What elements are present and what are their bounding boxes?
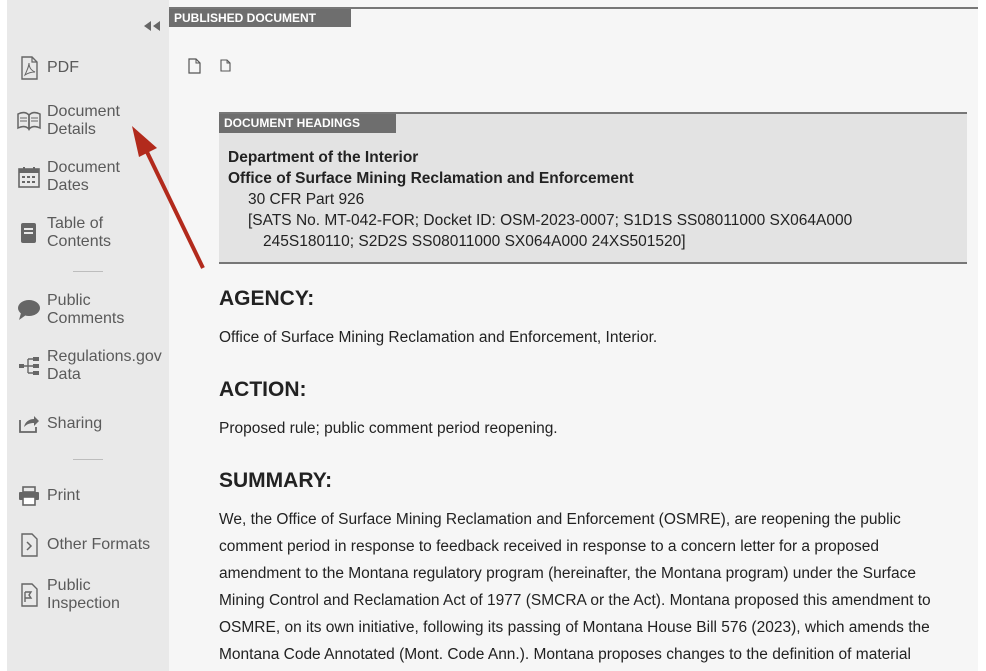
action-section-title: ACTION: [219,378,307,401]
book-icon [17,109,41,133]
sidebar-item-public-inspection[interactable]: Public Inspection [17,577,120,613]
inspection-icon [17,583,41,607]
print-icon [17,484,41,508]
document-icon[interactable] [220,59,231,77]
sidebar-item-label: Table of Contents [47,215,112,250]
summary-section-title: SUMMARY: [219,469,333,492]
heading-agency: Department of the Interior [228,149,419,166]
sidebar-item-regulations-gov-data[interactable]: Regulations.gov Data [17,348,162,384]
document-headings-box: DOCUMENT HEADINGS Department of the Inte… [219,112,967,264]
sidebar-item-sharing[interactable]: Sharing [17,412,102,436]
sidebar-item-document-dates[interactable]: Document Dates [17,159,120,195]
sidebar-item-label: Document Dates [47,159,120,194]
published-document-tag: PUBLISHED DOCUMENT [169,9,351,27]
sidebar-item-label: Print [47,487,80,504]
heading-cfr: 30 CFR Part 926 [248,191,365,208]
heading-docket-line2: 245S180110; S2D2S SS08011000 SX064A000 2… [263,233,686,250]
heading-subagency: Office of Surface Mining Reclamation and… [228,170,634,187]
sidebar-item-print[interactable]: Print [17,484,80,508]
share-icon [17,412,41,436]
collapse-sidebar-button[interactable] [141,18,163,34]
action-text: Proposed rule; public comment period reo… [219,420,558,437]
sidebar-item-label: Document Details [47,103,120,138]
heading-docket-line1: [SATS No. MT-042-FOR; Docket ID: OSM-202… [248,212,853,229]
sidebar-divider [73,271,103,272]
tree-icon [17,354,41,378]
sidebar: PDF Document Details Document Dates Tabl… [7,0,169,671]
sidebar-item-other-formats[interactable]: Other Formats [17,533,150,557]
sidebar-item-label: Public Inspection [47,577,120,612]
sidebar-item-label: Sharing [47,415,103,432]
agency-section-title: AGENCY: [219,287,315,310]
double-chevron-left-icon [144,21,160,31]
document-icon[interactable] [188,58,201,79]
sidebar-item-document-details[interactable]: Document Details [17,103,120,139]
sidebar-item-public-comments[interactable]: Public Comments [17,292,124,328]
document-content: PUBLISHED DOCUMENT DOCUMENT HEADINGS Dep… [169,0,978,671]
sidebar-item-label: PDF [47,59,79,76]
sidebar-item-label: Regulations.gov Data [47,348,162,383]
pdf-icon [17,56,41,80]
sidebar-item-label: Public Comments [47,292,125,327]
sidebar-item-table-of-contents[interactable]: Table of Contents [17,215,111,251]
code-file-icon [17,533,41,557]
sidebar-item-pdf[interactable]: PDF [17,56,79,80]
summary-text: We, the Office of Surface Mining Reclama… [219,511,931,663]
calendar-icon [17,165,41,189]
sidebar-divider [73,459,103,460]
sidebar-item-label: Other Formats [47,536,151,553]
document-headings-tag: DOCUMENT HEADINGS [219,114,396,133]
comment-icon [17,298,41,322]
toc-icon [17,221,41,245]
agency-text: Office of Surface Mining Reclamation and… [219,329,658,346]
